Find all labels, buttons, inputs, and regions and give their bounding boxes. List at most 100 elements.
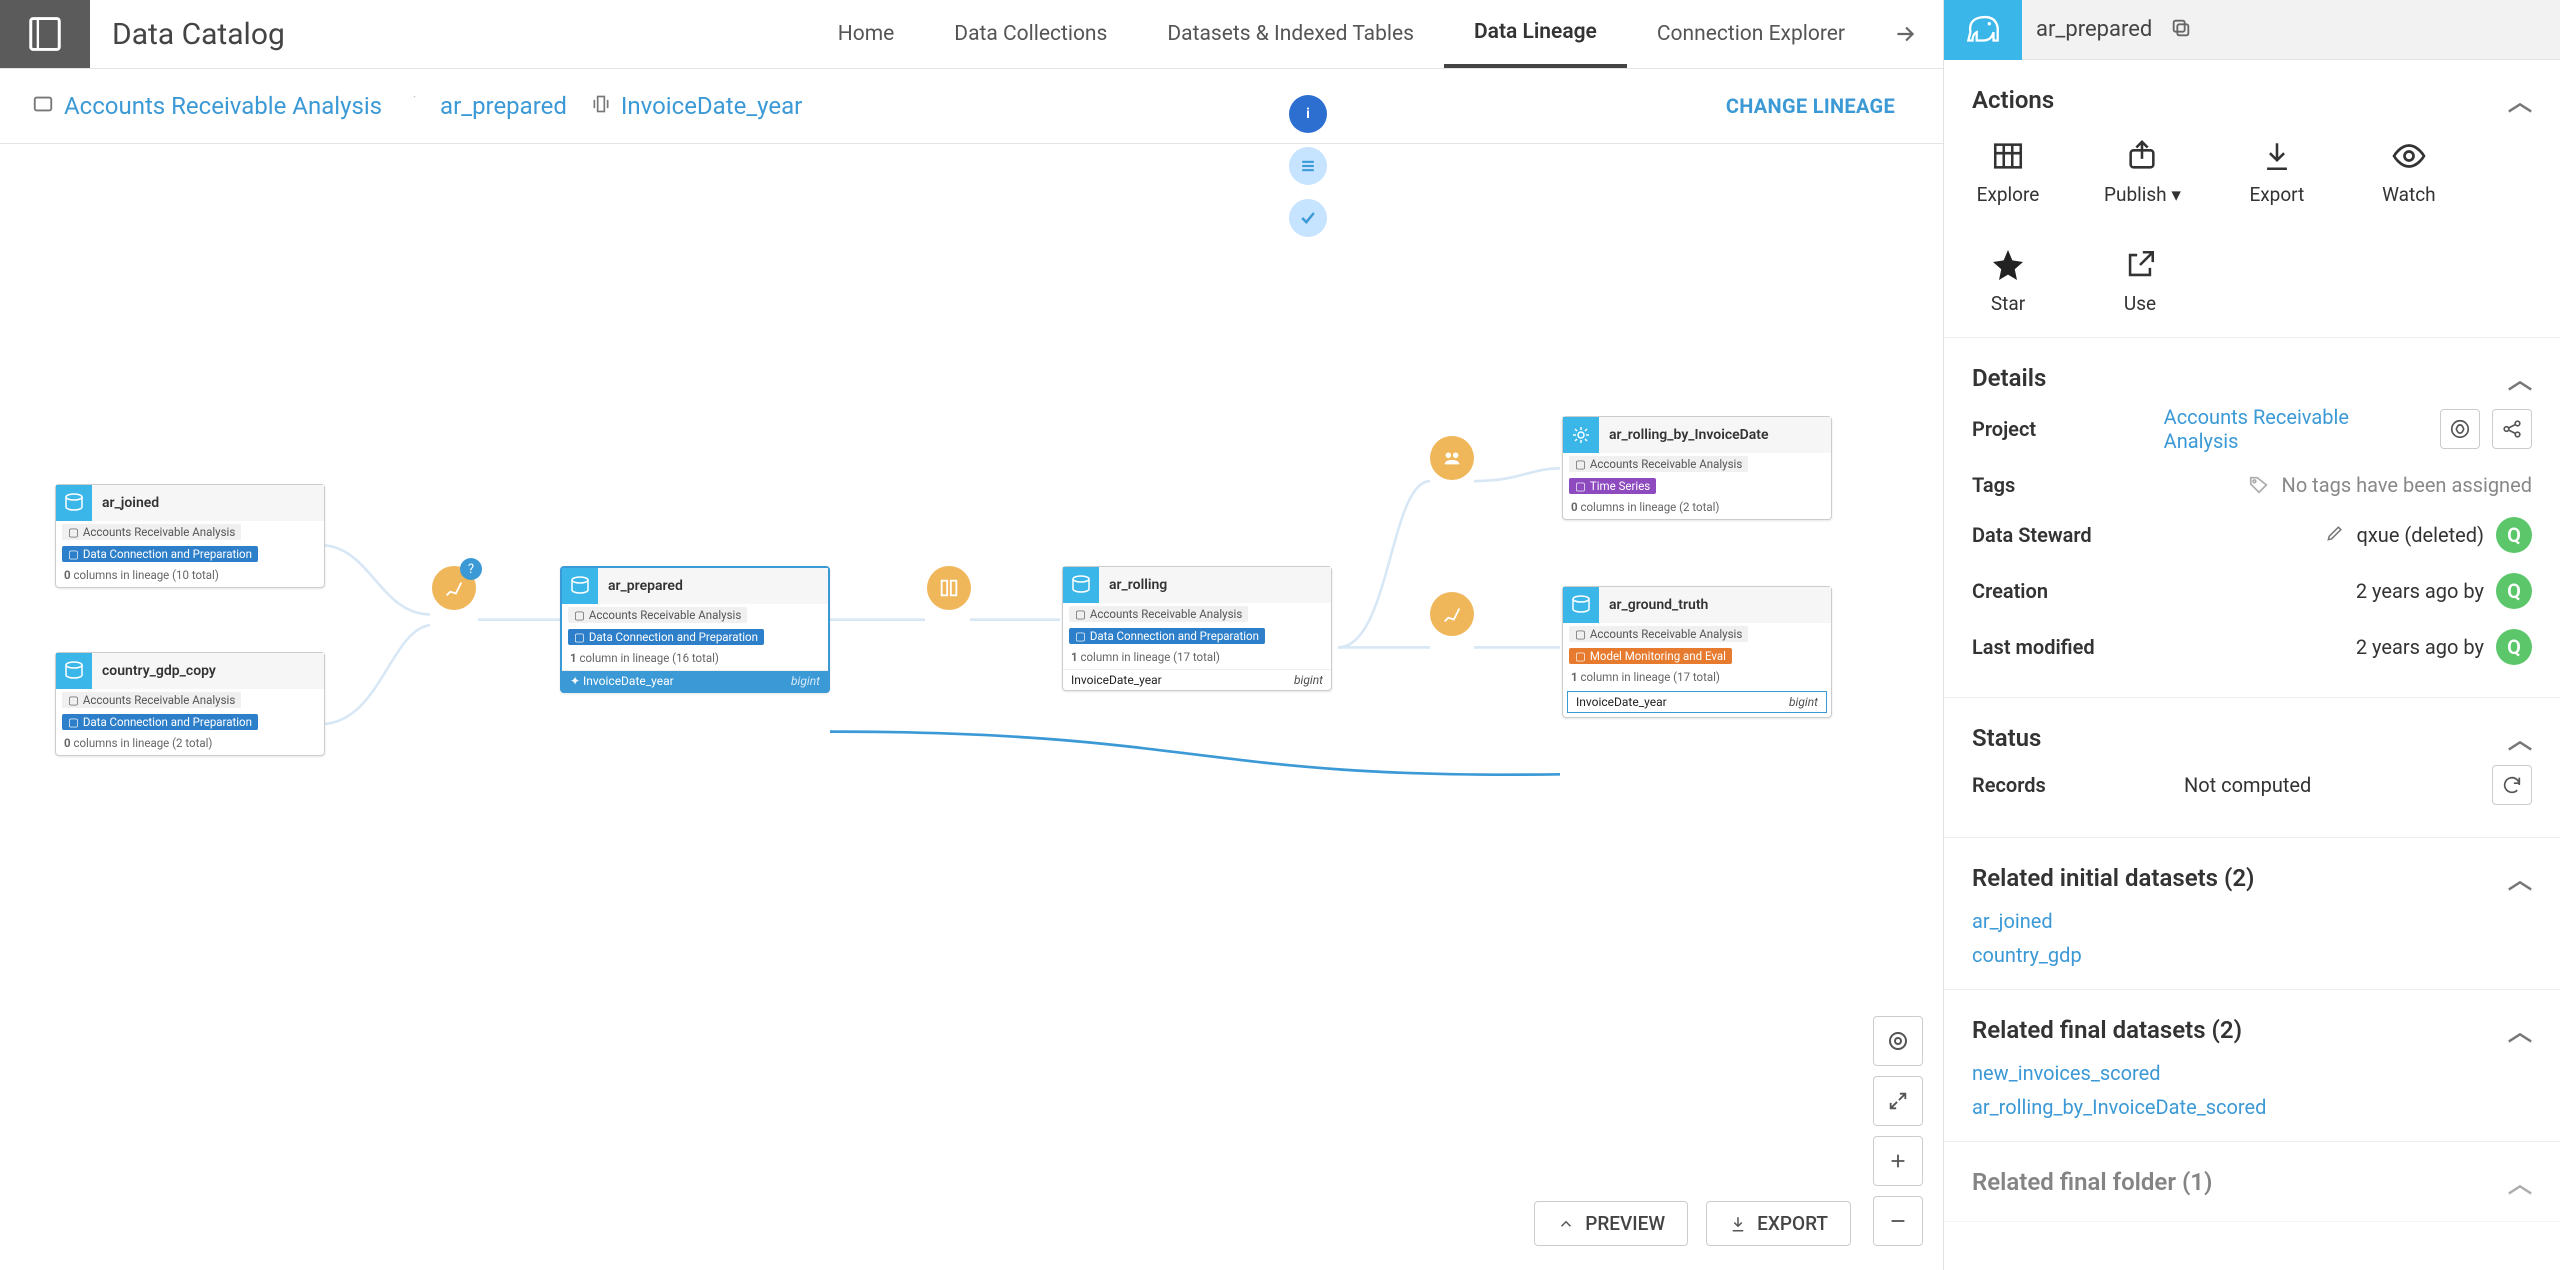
category-tag: ▢ Data Connection and Preparation <box>62 714 258 730</box>
rel-folder-heading: Related final folder (1) <box>1972 1168 2212 1196</box>
action-publish[interactable]: Publish ▾ <box>2104 137 2181 206</box>
refresh-records-icon[interactable] <box>2492 765 2532 805</box>
collapse-rel-folder-icon[interactable]: ︿ <box>2508 1164 2532 1199</box>
dataset-icon <box>1063 567 1099 603</box>
project-tag: ▢ Accounts Receivable Analysis <box>568 607 747 623</box>
app-title: Data Catalog <box>90 0 305 68</box>
column-row[interactable]: InvoiceDate_yearbigint <box>1063 669 1331 690</box>
project-link[interactable]: Accounts Receivable Analysis <box>2164 405 2429 453</box>
project-tag: ▢ Accounts Receivable Analysis <box>1069 606 1248 622</box>
category-tag: ▢ Data Connection and Preparation <box>62 546 258 562</box>
column-row[interactable]: InvoiceDate_yearbigint <box>1567 691 1827 713</box>
detail-key-steward: Data Steward <box>1972 523 2152 547</box>
rel-initial-heading: Related initial datasets (2) <box>1972 864 2254 892</box>
zoom-in-button[interactable] <box>1873 1136 1923 1186</box>
center-view-button[interactable] <box>1873 1016 1923 1066</box>
node-ar-ground-truth[interactable]: ar_ground_truth ▢ Accounts Receivable An… <box>1562 586 1832 718</box>
creation-value: 2 years ago by <box>2356 579 2484 603</box>
category-tag: ▢ Data Connection and Preparation <box>568 629 764 645</box>
node-ar-prepared[interactable]: ar_prepared ▢ Accounts Receivable Analys… <box>560 566 830 693</box>
collapse-details-icon[interactable]: ︿ <box>2508 360 2532 395</box>
collapse-status-icon[interactable]: ︿ <box>2508 720 2532 755</box>
collapse-rel-final-icon[interactable]: ︿ <box>2508 1012 2532 1047</box>
project-tag: ▢ Accounts Receivable Analysis <box>62 524 241 540</box>
project-share-icon[interactable] <box>2492 409 2532 449</box>
fullscreen-button[interactable] <box>1873 1076 1923 1126</box>
node-footer: 1 column in lineage (16 total) <box>562 648 828 670</box>
detail-key-modified: Last modified <box>1972 635 2152 659</box>
actions-heading: Actions <box>1972 86 2054 114</box>
steward-value: qxue (deleted) <box>2357 523 2484 547</box>
modified-value: 2 years ago by <box>2356 635 2484 659</box>
tags-value: No tags have been assigned <box>2282 473 2532 497</box>
dataset-icon <box>1563 417 1599 453</box>
project-tag: ▢ Accounts Receivable Analysis <box>62 692 241 708</box>
node-title: ar_ground_truth <box>1599 597 1718 613</box>
recipe-prepare[interactable] <box>432 566 476 610</box>
node-title: ar_rolling <box>1099 577 1177 593</box>
collapse-rel-initial-icon[interactable]: ︿ <box>2508 860 2532 895</box>
details-heading: Details <box>1972 364 2046 392</box>
detail-key-creation: Creation <box>1972 579 2152 603</box>
rel-final-heading: Related final datasets (2) <box>1972 1016 2242 1044</box>
project-tag: ▢ Accounts Receivable Analysis <box>1569 626 1748 642</box>
copy-name-icon[interactable] <box>2166 13 2196 47</box>
action-export[interactable]: Export <box>2241 137 2313 206</box>
node-ar-rolling[interactable]: ar_rolling ▢ Accounts Receivable Analysi… <box>1062 566 1332 691</box>
node-ar-joined[interactable]: ar_joined ▢ Accounts Receivable Analysis… <box>55 484 325 588</box>
lineage-canvas[interactable]: ar_joined ▢ Accounts Receivable Analysis… <box>0 76 1943 1270</box>
records-value: Not computed <box>2184 773 2311 797</box>
action-watch[interactable]: Watch <box>2373 137 2445 206</box>
avatar: Q <box>2496 573 2532 609</box>
node-title: ar_prepared <box>598 578 693 594</box>
category-tag: ▢ Time Series <box>1569 478 1656 494</box>
nav-data-collections[interactable]: Data Collections <box>924 0 1137 68</box>
node-footer: 0 columns in lineage (2 total) <box>1563 497 1831 519</box>
detail-key-project: Project <box>1972 417 2152 441</box>
nav-data-lineage[interactable]: Data Lineage <box>1444 0 1627 68</box>
check-toggle[interactable] <box>1289 199 1327 237</box>
node-footer: 1 column in lineage (17 total) <box>1563 667 1831 689</box>
status-heading: Status <box>1972 724 2041 752</box>
category-tag: ▢ Model Monitoring and Eval <box>1569 648 1732 664</box>
sidebar-dataset-name: ar_prepared <box>2022 17 2166 42</box>
app-logo[interactable] <box>0 0 90 68</box>
recipe-sync[interactable] <box>1430 592 1474 636</box>
detail-key-tags: Tags <box>1972 473 2152 497</box>
avatar: Q <box>2496 517 2532 553</box>
category-tag: ▢ Data Connection and Preparation <box>1069 628 1265 644</box>
nav-datasets[interactable]: Datasets & Indexed Tables <box>1137 0 1444 68</box>
dataset-icon <box>56 485 92 521</box>
node-footer: 0 columns in lineage (10 total) <box>56 565 324 587</box>
project-goto-icon[interactable] <box>2440 409 2480 449</box>
expand-right-icon[interactable] <box>1885 21 1925 47</box>
export-canvas-button[interactable]: EXPORT <box>1706 1201 1851 1246</box>
action-use[interactable]: Use <box>2104 246 2176 315</box>
preview-button[interactable]: PREVIEW <box>1534 1201 1688 1246</box>
node-ar-rolling-by-invoicedate[interactable]: ar_rolling_by_InvoiceDate ▢ Accounts Rec… <box>1562 416 1832 520</box>
recipe-window[interactable] <box>927 566 971 610</box>
nav-connection-explorer[interactable]: Connection Explorer <box>1627 0 1875 68</box>
node-country-gdp-copy[interactable]: country_gdp_copy ▢ Accounts Receivable A… <box>55 652 325 756</box>
details-sidebar: ar_prepared Actions ︿ Explore Publish ▾ E… <box>1943 0 2560 1270</box>
rel-final-link[interactable]: new_invoices_scored <box>1972 1061 2532 1085</box>
action-star[interactable]: Star <box>1972 246 2044 315</box>
project-tag: ▢ Accounts Receivable Analysis <box>1569 456 1748 472</box>
action-explore[interactable]: Explore <box>1972 137 2044 206</box>
dataset-icon <box>56 653 92 689</box>
info-toggle[interactable]: i <box>1289 95 1327 133</box>
recipe-group[interactable] <box>1430 436 1474 480</box>
dataset-icon <box>1563 587 1599 623</box>
rel-initial-link[interactable]: country_gdp <box>1972 943 2532 967</box>
list-toggle[interactable] <box>1289 147 1327 185</box>
zoom-out-button[interactable] <box>1873 1196 1923 1246</box>
sidebar-header-tab: ar_prepared <box>1944 0 2560 60</box>
collapse-actions-icon[interactable]: ︿ <box>2508 82 2532 117</box>
rel-final-link[interactable]: ar_rolling_by_InvoiceDate_scored <box>1972 1095 2532 1119</box>
rel-initial-link[interactable]: ar_joined <box>1972 909 2532 933</box>
nav-home[interactable]: Home <box>808 0 925 68</box>
avatar: Q <box>2496 629 2532 665</box>
edit-steward-icon[interactable] <box>2325 523 2345 548</box>
dataset-icon <box>562 568 598 604</box>
column-row[interactable]: ✦ InvoiceDate_yearbigint <box>562 670 828 691</box>
